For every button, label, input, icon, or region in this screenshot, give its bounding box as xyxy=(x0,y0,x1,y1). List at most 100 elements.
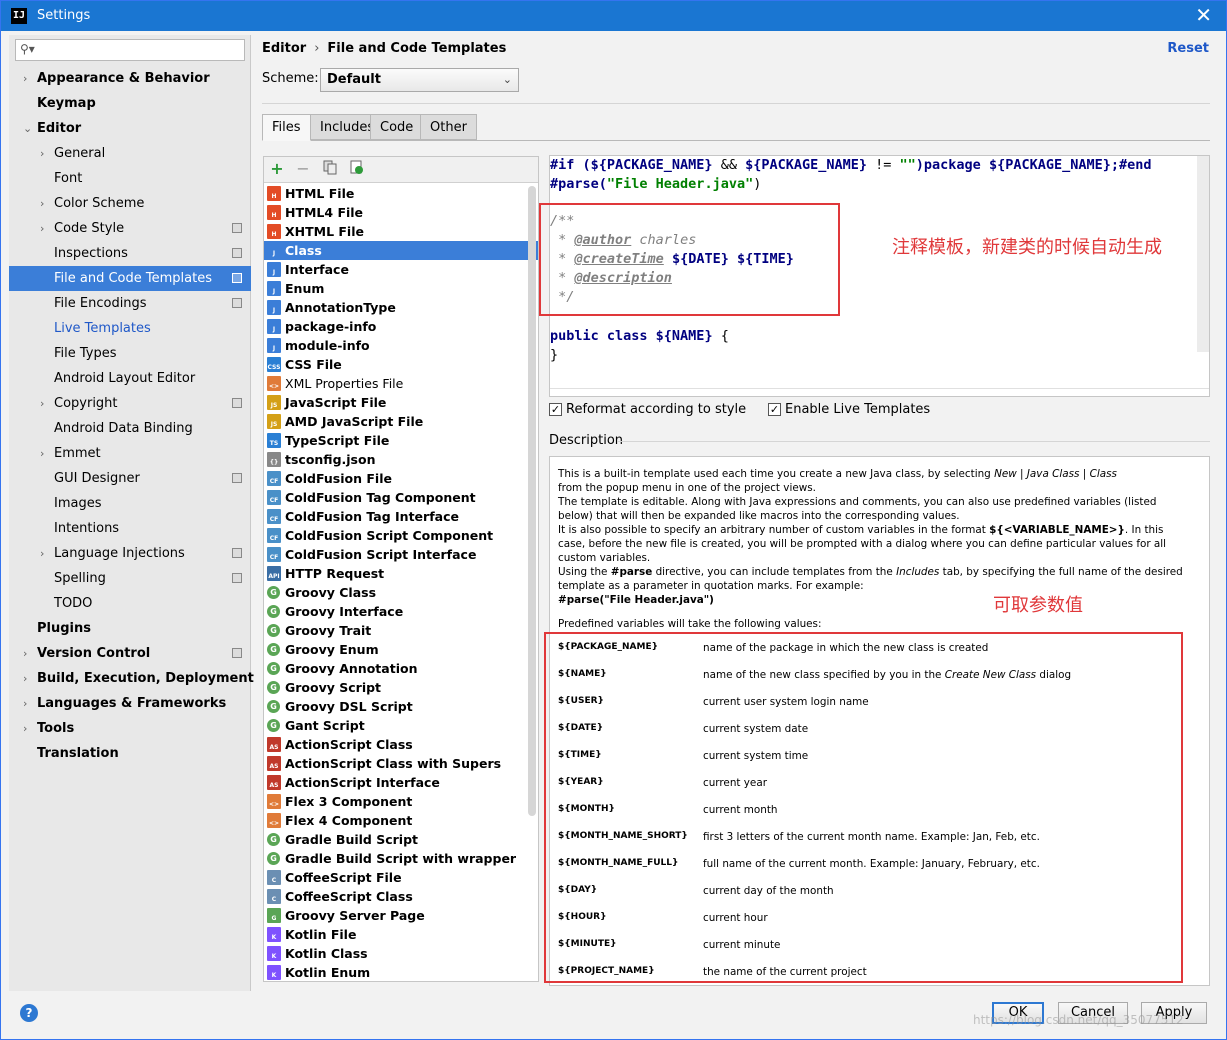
template-name: CSS File xyxy=(285,357,342,372)
template-list-item[interactable]: G Groovy Script xyxy=(264,678,538,697)
sidebar-item[interactable]: › Appearance & Behavior xyxy=(9,66,251,91)
tab-other[interactable]: Other xyxy=(420,114,477,140)
template-list-item[interactable]: K Kotlin Class xyxy=(264,944,538,963)
template-list-item[interactable]: K Kotlin Enum xyxy=(264,963,538,981)
template-list-item[interactable]: C CoffeeScript File xyxy=(264,868,538,887)
template-list-item[interactable]: C CoffeeScript Class xyxy=(264,887,538,906)
sidebar-item[interactable]: Translation xyxy=(9,741,251,766)
sidebar-item[interactable]: › Build, Execution, Deployment xyxy=(9,666,254,691)
template-list-item[interactable]: J AnnotationType xyxy=(264,298,538,317)
copy-template-button[interactable] xyxy=(321,160,339,178)
chevron-right-icon[interactable]: › xyxy=(23,716,27,741)
sidebar-item[interactable]: GUI Designer xyxy=(9,466,251,491)
sidebar-item[interactable]: › Color Scheme xyxy=(9,191,251,216)
template-list-item[interactable]: G Groovy Trait xyxy=(264,621,538,640)
template-list-item[interactable]: Jpackage-info xyxy=(264,317,538,336)
template-list-item[interactable]: G Groovy Enum xyxy=(264,640,538,659)
template-list-item[interactable]: H HTML File xyxy=(264,184,538,203)
template-list-item[interactable]: JS JavaScript File xyxy=(264,393,538,412)
sidebar-item[interactable]: › Emmet xyxy=(9,441,251,466)
sidebar-item[interactable]: › Copyright xyxy=(9,391,251,416)
template-list-item[interactable]: Jmodule-info xyxy=(264,336,538,355)
template-list-item[interactable]: G Gant Script xyxy=(264,716,538,735)
chevron-right-icon[interactable]: › xyxy=(40,216,44,241)
remove-template-button[interactable]: − xyxy=(294,160,312,178)
help-button[interactable]: ? xyxy=(20,1004,38,1022)
chevron-right-icon[interactable]: › xyxy=(40,191,44,216)
sidebar-item[interactable]: Plugins xyxy=(9,616,251,641)
template-list-item[interactable]: JS AMD JavaScript File xyxy=(264,412,538,431)
editor-scrollbar[interactable] xyxy=(1197,156,1209,352)
template-list-item[interactable]: CF ColdFusion Tag Component xyxy=(264,488,538,507)
template-list-item[interactable]: {} tsconfig.json xyxy=(264,450,538,469)
template-list-item[interactable]: AS ActionScript Class with Supers xyxy=(264,754,538,773)
template-list-item[interactable]: CF ColdFusion Script Component xyxy=(264,526,538,545)
template-list-item[interactable]: J Class xyxy=(264,241,538,260)
sidebar-item[interactable]: Inspections xyxy=(9,241,251,266)
chevron-right-icon[interactable]: › xyxy=(40,391,44,416)
template-list-item[interactable]: G Gradle Build Script with wrapper xyxy=(264,849,538,868)
template-list-item[interactable]: API HTTP Request xyxy=(264,564,538,583)
sidebar-item[interactable]: Intentions xyxy=(9,516,251,541)
chevron-down-icon[interactable]: ⌄ xyxy=(23,116,32,141)
breadcrumb-editor[interactable]: Editor xyxy=(262,41,306,56)
sidebar-item[interactable]: Spelling xyxy=(9,566,251,591)
sidebar-item[interactable]: File and Code Templates xyxy=(9,266,251,291)
template-list-item[interactable]: J Interface xyxy=(264,260,538,279)
sidebar-item[interactable]: Live Templates xyxy=(9,316,251,341)
template-list-item[interactable]: AS ActionScript Interface xyxy=(264,773,538,792)
template-list-item[interactable]: G Groovy Annotation xyxy=(264,659,538,678)
sidebar-item[interactable]: Keymap xyxy=(9,91,251,116)
template-list-item[interactable]: G Gradle Build Script xyxy=(264,830,538,849)
chevron-right-icon[interactable]: › xyxy=(23,691,27,716)
sidebar-item[interactable]: › Code Style xyxy=(9,216,251,241)
tab-code[interactable]: Code xyxy=(370,114,424,140)
sidebar-item[interactable]: ⌄ Editor xyxy=(9,116,251,141)
sidebar-item[interactable]: › Languages & Frameworks xyxy=(9,691,251,716)
template-list-item[interactable]: G Groovy Server Page xyxy=(264,906,538,925)
sidebar-item[interactable]: File Encodings xyxy=(9,291,251,316)
sidebar-item[interactable]: Font xyxy=(9,166,251,191)
chevron-right-icon[interactable]: › xyxy=(40,541,44,566)
sidebar-item[interactable]: Android Data Binding xyxy=(9,416,251,441)
template-list-item[interactable]: TS TypeScript File xyxy=(264,431,538,450)
sidebar-item-label: Editor xyxy=(37,121,82,136)
sidebar-item[interactable]: TODO xyxy=(9,591,251,616)
chevron-right-icon[interactable]: › xyxy=(40,141,44,166)
settings-search-input[interactable]: ⚲▾ xyxy=(15,39,245,61)
template-list-item[interactable]: G Groovy Class xyxy=(264,583,538,602)
add-template-button[interactable]: + xyxy=(268,160,286,178)
template-list-item[interactable]: AS ActionScript Class xyxy=(264,735,538,754)
chevron-right-icon[interactable]: › xyxy=(23,641,27,666)
reset-template-button[interactable] xyxy=(348,160,366,178)
tab-files[interactable]: Files xyxy=(262,114,311,141)
template-list-item[interactable]: K Kotlin File xyxy=(264,925,538,944)
template-list-item[interactable]: CF ColdFusion Script Interface xyxy=(264,545,538,564)
chevron-right-icon[interactable]: › xyxy=(23,666,27,691)
template-list-item[interactable]: <> XML Properties File xyxy=(264,374,538,393)
reset-button[interactable]: Reset xyxy=(1167,41,1209,56)
template-list-item[interactable]: <> Flex 3 Component xyxy=(264,792,538,811)
sidebar-item[interactable]: › General xyxy=(9,141,251,166)
sidebar-item[interactable]: Images xyxy=(9,491,251,516)
template-list-item[interactable]: CF ColdFusion File xyxy=(264,469,538,488)
template-list-item[interactable]: G Groovy DSL Script xyxy=(264,697,538,716)
scheme-select[interactable]: Default ⌄ xyxy=(320,68,519,92)
close-icon[interactable]: ✕ xyxy=(1195,4,1212,26)
template-list-item[interactable]: CSS CSS File xyxy=(264,355,538,374)
sidebar-item[interactable]: File Types xyxy=(9,341,251,366)
chevron-right-icon[interactable]: › xyxy=(40,441,44,466)
template-list-item[interactable]: G Groovy Interface xyxy=(264,602,538,621)
list-scrollbar[interactable] xyxy=(528,186,536,816)
template-list-item[interactable]: H HTML4 File xyxy=(264,203,538,222)
sidebar-item[interactable]: › Version Control xyxy=(9,641,251,666)
project-scope-icon xyxy=(232,398,242,408)
chevron-right-icon[interactable]: › xyxy=(23,66,27,91)
template-list-item[interactable]: H XHTML File xyxy=(264,222,538,241)
template-list-item[interactable]: CF ColdFusion Tag Interface xyxy=(264,507,538,526)
template-list-item[interactable]: <> Flex 4 Component xyxy=(264,811,538,830)
sidebar-item[interactable]: › Tools xyxy=(9,716,251,741)
sidebar-item[interactable]: › Language Injections xyxy=(9,541,251,566)
sidebar-item[interactable]: Android Layout Editor xyxy=(9,366,251,391)
template-list-item[interactable]: J Enum xyxy=(264,279,538,298)
